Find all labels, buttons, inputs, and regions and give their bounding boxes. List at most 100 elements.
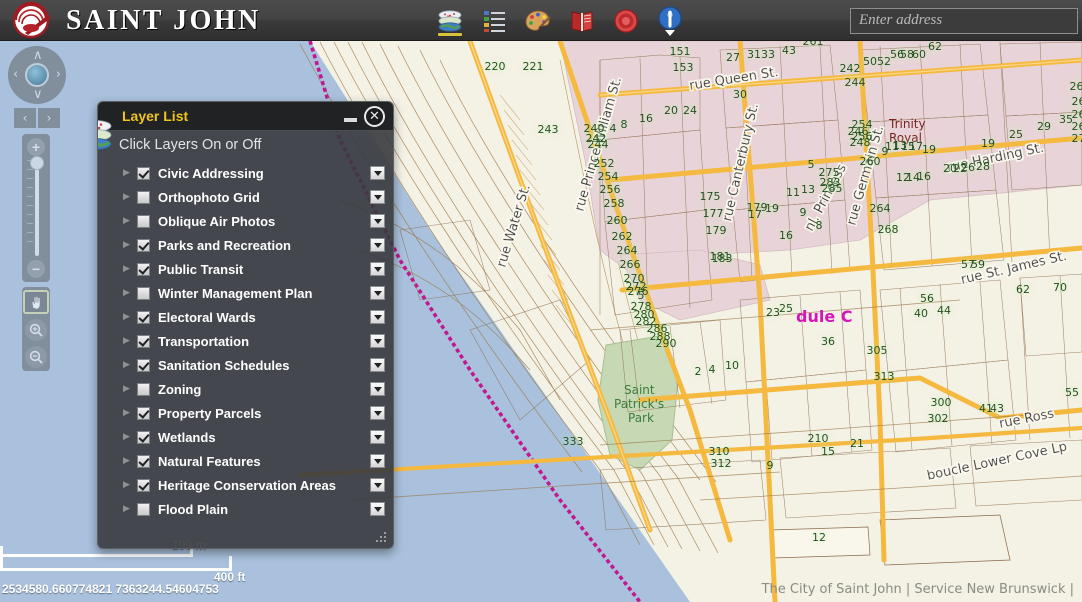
expand-arrow-icon[interactable]: ▶: [123, 480, 137, 490]
layers-tool-button[interactable]: [434, 3, 466, 39]
layer-checkbox[interactable]: [137, 430, 150, 444]
layer-panel-titlebar[interactable]: Layer List ✕: [98, 102, 393, 131]
civic-address-label: 55: [1065, 386, 1079, 399]
zoom-slider-handle[interactable]: [30, 156, 44, 170]
expand-arrow-icon[interactable]: ▶: [123, 408, 137, 418]
layer-checkbox[interactable]: [137, 262, 150, 276]
minimize-button[interactable]: [344, 118, 357, 122]
pan-dial[interactable]: ∧ ∨ ‹ ›: [8, 46, 66, 104]
layer-row[interactable]: ▶ Transportation: [98, 329, 393, 353]
zoom-slider[interactable]: + −: [22, 134, 50, 282]
pan-down-button[interactable]: ∨: [33, 88, 43, 101]
layer-label: Transportation: [158, 333, 250, 349]
layer-menu-button[interactable]: [370, 382, 385, 396]
expand-arrow-icon[interactable]: ▶: [123, 360, 137, 370]
layer-row[interactable]: ▶ Wetlands: [98, 425, 393, 449]
layer-row[interactable]: ▶ Sanitation Schedules: [98, 353, 393, 377]
draw-tool-button[interactable]: [522, 3, 554, 39]
expand-arrow-icon[interactable]: ▶: [123, 240, 137, 250]
expand-arrow-icon[interactable]: ▶: [123, 312, 137, 322]
layer-checkbox[interactable]: [137, 382, 150, 396]
layer-checkbox[interactable]: [137, 310, 150, 324]
layer-checkbox[interactable]: [137, 358, 150, 372]
layer-menu-button[interactable]: [370, 430, 385, 444]
globe-pan-icon[interactable]: [25, 63, 49, 87]
layer-checkbox[interactable]: [137, 454, 150, 468]
layer-row[interactable]: ▶ Public Transit: [98, 257, 393, 281]
search-input[interactable]: [850, 7, 1078, 34]
zoom-in-tool-button[interactable]: [25, 319, 47, 341]
layer-menu-button[interactable]: [370, 478, 385, 492]
expand-arrow-icon[interactable]: ▶: [123, 192, 137, 202]
pan-left-button[interactable]: ‹: [13, 68, 18, 81]
civic-address-label: 36: [821, 335, 835, 348]
layer-menu-button[interactable]: [370, 286, 385, 300]
pan-up-button[interactable]: ∧: [33, 49, 43, 62]
layer-menu-button[interactable]: [370, 238, 385, 252]
civic-address-label: 2: [695, 365, 702, 378]
saint-john-crest-icon: [12, 1, 51, 39]
layer-menu-button[interactable]: [370, 334, 385, 348]
layer-checkbox[interactable]: [137, 238, 150, 252]
zoom-out-step-button[interactable]: −: [27, 260, 45, 278]
layer-checkbox[interactable]: [137, 406, 150, 420]
expand-arrow-icon[interactable]: ▶: [123, 432, 137, 442]
expand-arrow-icon[interactable]: ▶: [123, 168, 137, 178]
layer-row[interactable]: ▶ Flood Plain: [98, 497, 393, 521]
map-navigation-controls: ∧ ∨ ‹ › ‹ › + −: [8, 46, 68, 371]
expand-arrow-icon[interactable]: ▶: [123, 216, 137, 226]
expand-arrow-icon[interactable]: ▶: [123, 456, 137, 466]
layer-menu-button[interactable]: [370, 166, 385, 180]
layer-row[interactable]: ▶ Orthophoto Grid: [98, 185, 393, 209]
layer-checkbox[interactable]: [137, 478, 150, 492]
zoom-out-tool-button[interactable]: [25, 346, 47, 368]
layer-checkbox[interactable]: [137, 286, 150, 300]
layer-checkbox[interactable]: [137, 502, 150, 516]
layer-checkbox[interactable]: [137, 334, 150, 348]
zoom-slider-track[interactable]: [35, 160, 39, 256]
bookmarks-tool-button[interactable]: [566, 3, 598, 39]
close-icon[interactable]: ✕: [364, 106, 385, 127]
layer-menu-button[interactable]: [370, 406, 385, 420]
layer-menu-button[interactable]: [370, 214, 385, 228]
layer-menu-button[interactable]: [370, 502, 385, 516]
expand-arrow-icon[interactable]: ▶: [123, 264, 137, 274]
layer-label: Civic Addressing: [158, 165, 264, 181]
layer-list-panel[interactable]: Layer List ✕ Click Layers On or Off ▶ Civ…: [97, 101, 394, 549]
previous-extent-button[interactable]: ‹: [14, 108, 36, 128]
civic-address-label: 33: [761, 48, 775, 61]
pan-tool-button[interactable]: [23, 290, 49, 314]
zoom-in-step-button[interactable]: +: [27, 138, 45, 156]
expand-arrow-icon[interactable]: ▶: [123, 384, 137, 394]
civic-address-label: 210: [808, 432, 829, 445]
layer-menu-button[interactable]: [370, 454, 385, 468]
legend-tool-button[interactable]: [478, 3, 510, 39]
expand-arrow-icon[interactable]: ▶: [123, 288, 137, 298]
layer-row[interactable]: ▶ Electoral Wards: [98, 305, 393, 329]
resize-grip[interactable]: [376, 532, 388, 544]
layer-menu-button[interactable]: [370, 190, 385, 204]
layer-row[interactable]: ▶ Natural Features: [98, 449, 393, 473]
layer-row[interactable]: ▶ Parks and Recreation: [98, 233, 393, 257]
layer-row[interactable]: ▶ Oblique Air Photos: [98, 209, 393, 233]
layer-checkbox[interactable]: [137, 166, 150, 180]
layer-checkbox[interactable]: [137, 190, 150, 204]
magnifier-plus-icon: [29, 323, 43, 337]
layer-menu-button[interactable]: [370, 262, 385, 276]
layer-checkbox[interactable]: [137, 214, 150, 228]
layer-row[interactable]: ▶ Civic Addressing: [98, 161, 393, 185]
layer-row[interactable]: ▶ Property Parcels: [98, 401, 393, 425]
layer-menu-button[interactable]: [370, 310, 385, 324]
info-tool-button[interactable]: [654, 3, 686, 39]
layer-row[interactable]: ▶ Winter Management Plan: [98, 281, 393, 305]
measure-tool-button[interactable]: [610, 3, 642, 39]
expand-arrow-icon[interactable]: ▶: [123, 504, 137, 514]
layer-row[interactable]: ▶ Heritage Conservation Areas: [98, 473, 393, 497]
layer-row[interactable]: ▶ Zoning: [98, 377, 393, 401]
pan-right-button[interactable]: ›: [56, 68, 61, 81]
layer-label: Property Parcels: [158, 405, 262, 421]
civic-address-label: 177: [703, 207, 724, 220]
next-extent-button[interactable]: ›: [38, 108, 60, 128]
expand-arrow-icon[interactable]: ▶: [123, 336, 137, 346]
layer-menu-button[interactable]: [370, 358, 385, 372]
